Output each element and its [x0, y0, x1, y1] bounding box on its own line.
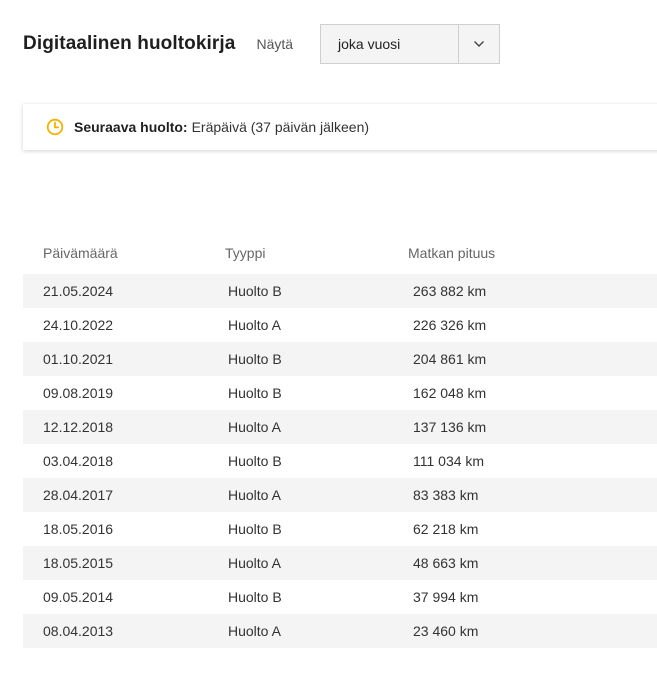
column-header-type: Tyyppi	[225, 245, 266, 261]
cell-date: 01.10.2021	[43, 351, 114, 367]
cell-distance: 226 326 km	[413, 317, 487, 333]
cell-date: 24.10.2022	[43, 317, 114, 333]
show-label: Näytä	[256, 36, 294, 52]
column-header-date: Päivämäärä	[43, 245, 118, 261]
table-row: 24.10.2022 Huolto A 226 326 km	[23, 308, 657, 342]
cell-type: Huolto B	[228, 589, 282, 605]
service-history-table: Päivämäärä Tyyppi Matkan pituus 21.05.20…	[23, 235, 657, 648]
cell-distance: 23 460 km	[413, 623, 479, 639]
cell-distance: 137 136 km	[413, 419, 487, 435]
cell-date: 09.05.2014	[43, 589, 114, 605]
next-service-label: Seuraava huolto:	[74, 119, 188, 135]
table-row: 28.04.2017 Huolto A 83 383 km	[23, 478, 657, 512]
cell-distance: 62 218 km	[413, 521, 479, 537]
cell-type: Huolto B	[228, 521, 282, 537]
next-service-notice: Seuraava huolto: Eräpäivä (37 päivän jäl…	[23, 104, 657, 150]
cell-type: Huolto B	[228, 385, 282, 401]
column-header-distance: Matkan pituus	[408, 245, 496, 261]
cell-date: 09.08.2019	[43, 385, 114, 401]
cell-distance: 263 882 km	[413, 283, 487, 299]
cell-distance: 111 034 km	[413, 453, 485, 469]
chevron-down-icon[interactable]	[459, 25, 499, 63]
cell-type: Huolto B	[228, 351, 282, 367]
cell-type: Huolto B	[228, 283, 282, 299]
table-row: 03.04.2018 Huolto B 111 034 km	[23, 444, 657, 478]
interval-select-value: joka vuosi	[338, 36, 401, 52]
cell-distance: 83 383 km	[413, 487, 479, 503]
table-row: 18.05.2015 Huolto A 48 663 km	[23, 546, 657, 580]
cell-distance: 48 663 km	[413, 555, 479, 571]
page-title: Digitaalinen huoltokirja	[23, 33, 236, 54]
table-row: 08.04.2013 Huolto A 23 460 km	[23, 614, 657, 648]
cell-type: Huolto A	[228, 487, 281, 503]
cell-type: Huolto B	[228, 453, 282, 469]
cell-date: 21.05.2024	[43, 283, 114, 299]
cell-date: 18.05.2016	[43, 521, 114, 537]
cell-type: Huolto A	[228, 555, 281, 571]
table-row: 18.05.2016 Huolto B 62 218 km	[23, 512, 657, 546]
table-row: 09.05.2014 Huolto B 37 994 km	[23, 580, 657, 614]
cell-date: 28.04.2017	[43, 487, 114, 503]
page-header: Digitaalinen huoltokirja Näytä	[23, 24, 293, 64]
cell-type: Huolto A	[228, 317, 281, 333]
clock-icon	[46, 118, 64, 136]
cell-distance: 204 861 km	[413, 351, 487, 367]
table-row: 09.08.2019 Huolto B 162 048 km	[23, 376, 657, 410]
interval-select[interactable]: joka vuosi	[320, 24, 500, 64]
cell-date: 08.04.2013	[43, 623, 114, 639]
table-row: 21.05.2024 Huolto B 263 882 km	[23, 274, 657, 308]
cell-date: 03.04.2018	[43, 453, 114, 469]
service-book-page: Digitaalinen huoltokirja Näytä joka vuos…	[0, 0, 657, 681]
cell-type: Huolto A	[228, 623, 281, 639]
next-service-text: Eräpäivä (37 päivän jälkeen)	[191, 119, 370, 135]
table-header: Päivämäärä Tyyppi Matkan pituus	[23, 235, 657, 271]
table-row: 12.12.2018 Huolto A 137 136 km	[23, 410, 657, 444]
table-body: 21.05.2024 Huolto B 263 882 km 24.10.202…	[23, 274, 657, 648]
cell-distance: 37 994 km	[413, 589, 479, 605]
cell-distance: 162 048 km	[413, 385, 487, 401]
cell-date: 12.12.2018	[43, 419, 114, 435]
table-row: 01.10.2021 Huolto B 204 861 km	[23, 342, 657, 376]
cell-date: 18.05.2015	[43, 555, 114, 571]
cell-type: Huolto A	[228, 419, 281, 435]
